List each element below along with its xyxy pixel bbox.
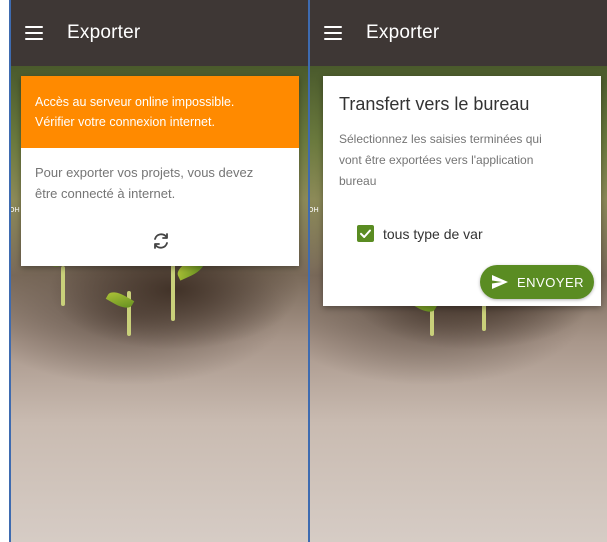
offline-message: Pour exporter vos projets, vous devez êt… (21, 148, 299, 204)
connection-alert: Accès au serveur online impossible. Véri… (21, 76, 299, 148)
description-line-2: vont être exportées vers l'application (339, 153, 534, 167)
background-mark: OH (9, 206, 20, 214)
app-bar-title: Exporter (366, 22, 440, 43)
description-line-1: Sélectionnez les saisies terminées qui (339, 132, 542, 146)
var-type-checkbox-row[interactable]: tous type de var (357, 225, 483, 242)
background-mark: OH (310, 206, 319, 214)
app-bar: Exporter (310, 0, 607, 66)
screen-offline: OH Exporter Accès au serveur online impo… (9, 0, 310, 542)
offline-card: Accès au serveur online impossible. Véri… (21, 76, 299, 266)
checkbox-label: tous type de var (383, 225, 483, 242)
screen-export: OH Exporter Transfert vers le bureau Sél… (310, 0, 607, 542)
sprout-stem (61, 266, 65, 306)
hamburger-menu-icon[interactable] (25, 26, 43, 40)
alert-line-1: Accès au serveur online impossible. (35, 95, 235, 109)
sync-icon[interactable] (150, 230, 172, 252)
description-line-3: bureau (339, 174, 377, 188)
app-bar-title: Exporter (67, 22, 141, 43)
var-type-checkbox[interactable] (357, 225, 374, 242)
message-line-1: Pour exporter vos projets, vous devez (35, 165, 254, 180)
message-line-2: être connecté à internet. (35, 186, 176, 201)
alert-line-2: Vérifier votre connexion internet. (35, 115, 215, 129)
hamburger-menu-icon[interactable] (324, 26, 342, 40)
send-button-label: ENVOYER (517, 274, 585, 290)
export-card: Transfert vers le bureau Sélectionnez le… (323, 76, 601, 306)
send-button[interactable]: ENVOYER (480, 265, 594, 299)
sprout-stem (171, 261, 175, 321)
send-icon (492, 275, 508, 289)
checkmark-icon (360, 229, 371, 238)
app-bar: Exporter (11, 0, 308, 66)
card-title: Transfert vers le bureau (339, 94, 530, 114)
card-description: Sélectionnez les saisies terminées qui v… (323, 115, 601, 192)
screenshot-comparison: OH Exporter Accès au serveur online impo… (0, 0, 607, 542)
